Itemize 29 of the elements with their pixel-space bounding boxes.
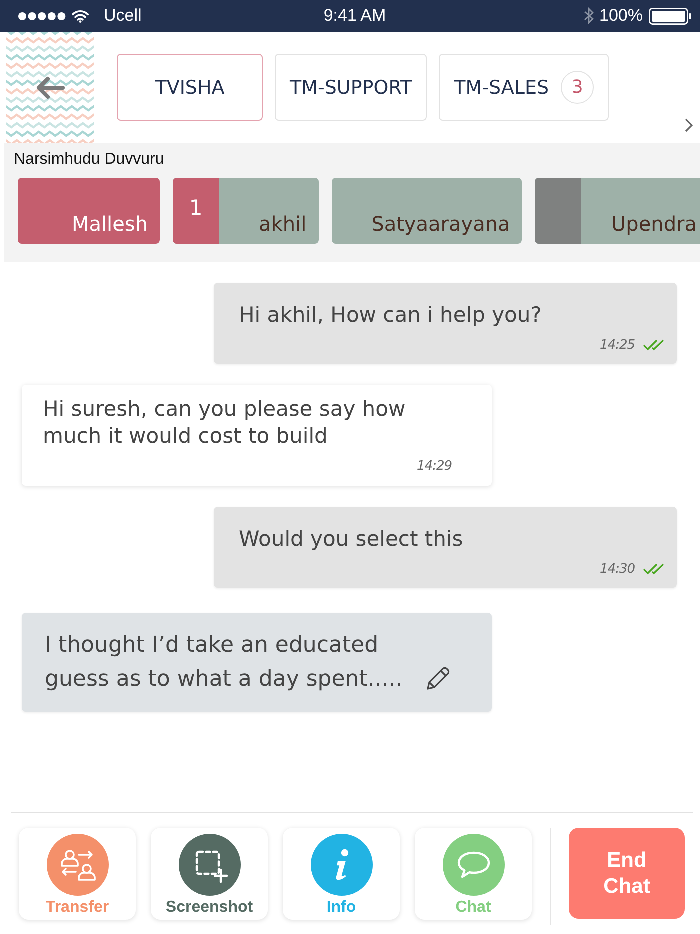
- channel-tab[interactable]: TM-SALES 3: [439, 54, 610, 121]
- bluetooth-icon: [584, 7, 594, 25]
- message-text: Hi suresh, can you please say how much it would cost to build: [43, 396, 407, 450]
- carrier-name: Ucell: [104, 6, 142, 26]
- message-text: Would you select this: [239, 526, 464, 553]
- channel-tab[interactable]: TVISHA: [117, 54, 263, 121]
- contact-card[interactable]: 1 akhil: [173, 178, 319, 244]
- battery-icon: [649, 8, 692, 24]
- pencil-icon: [425, 666, 451, 692]
- contact-card[interactable]: Mallesh: [18, 178, 160, 244]
- message-text: I thought I’d take an educated guess as to what a day spent.....: [45, 632, 404, 694]
- signal-dots-icon: [18, 12, 66, 20]
- group-title: Narsimhudu Duvvuru: [14, 150, 166, 170]
- clock-time: 9:41 AM: [324, 6, 386, 26]
- chevron-right-icon[interactable]: [684, 118, 694, 133]
- wifi-icon: [72, 10, 89, 22]
- back-arrow-icon[interactable]: [35, 76, 65, 100]
- message-text: Hi akhil, How can i help you?: [239, 302, 542, 329]
- message-time: 14:29: [417, 458, 452, 474]
- message-time: 14:25: [600, 338, 635, 352]
- battery-percent: 100%: [600, 6, 643, 26]
- contact-card[interactable]: Upendra: [535, 178, 700, 244]
- screenshot-button[interactable]: Screenshot: [151, 828, 268, 920]
- contact-card[interactable]: Satyaarayana: [332, 178, 522, 244]
- channel-tab[interactable]: TM-SUPPORT: [275, 54, 428, 121]
- count-badge: 3: [561, 71, 594, 104]
- message-time: 14:30: [600, 562, 635, 576]
- unread-badge: 1: [173, 178, 219, 244]
- status-strip: [535, 178, 582, 244]
